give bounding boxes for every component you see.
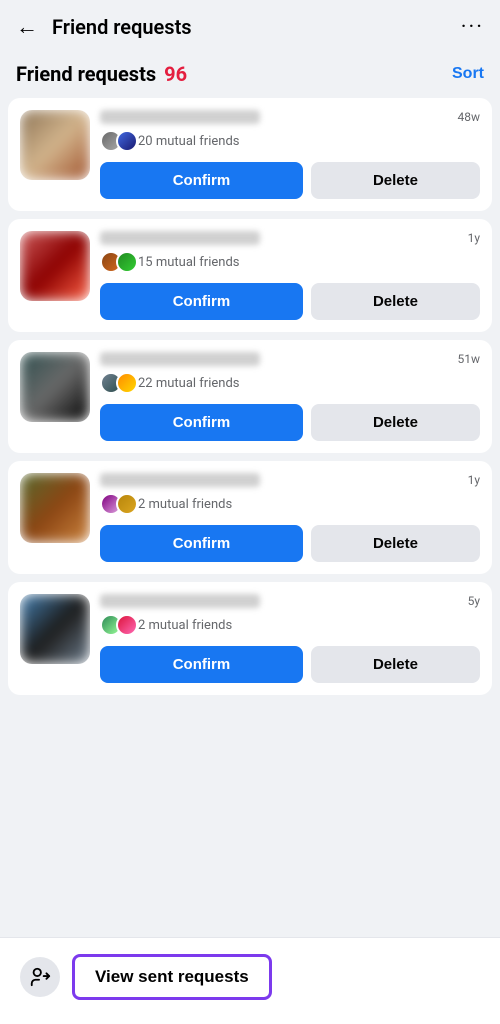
request-item: 2 mutual friends Confirm Delete 1y	[8, 461, 492, 574]
mutual-avatar	[116, 493, 138, 515]
action-buttons: Confirm Delete	[100, 525, 480, 562]
delete-button[interactable]: Delete	[311, 162, 480, 199]
more-button[interactable]: ···	[461, 15, 484, 40]
action-buttons: Confirm Delete	[100, 404, 480, 441]
header-left: ← Friend requests	[16, 14, 192, 40]
page-title: Friend requests	[16, 62, 156, 86]
timestamp: 48w	[457, 110, 480, 124]
view-sent-icon	[20, 957, 60, 997]
mutual-avatars	[100, 372, 132, 394]
bottom-bar: View sent requests	[0, 937, 500, 1024]
avatar	[20, 594, 90, 664]
mutual-avatar	[116, 614, 138, 636]
delete-button[interactable]: Delete	[311, 525, 480, 562]
avatar	[20, 110, 90, 180]
header: ← Friend requests ···	[0, 0, 500, 54]
mutual-friends: 22 mutual friends	[100, 372, 480, 394]
confirm-button[interactable]: Confirm	[100, 404, 303, 441]
action-buttons: Confirm Delete	[100, 646, 480, 683]
request-item: 22 mutual friends Confirm Delete 51w	[8, 340, 492, 453]
request-count-badge: 96	[164, 62, 187, 86]
mutual-friends: 2 mutual friends	[100, 493, 480, 515]
mutual-count: 20 mutual friends	[138, 134, 239, 149]
action-buttons: Confirm Delete	[100, 162, 480, 199]
request-info: 15 mutual friends Confirm Delete	[100, 231, 480, 320]
request-list: 20 mutual friends Confirm Delete 48w	[0, 98, 500, 695]
timestamp: 51w	[457, 352, 480, 366]
mutual-friends: 20 mutual friends	[100, 130, 480, 152]
mutual-count: 2 mutual friends	[138, 618, 232, 633]
sub-header: Friend requests 96 Sort	[0, 54, 500, 98]
avatar	[20, 352, 90, 422]
delete-button[interactable]: Delete	[311, 404, 480, 441]
mutual-avatars	[100, 130, 132, 152]
request-name-blurred	[100, 473, 260, 487]
avatar	[20, 231, 90, 301]
sub-header-left: Friend requests 96	[16, 62, 187, 86]
mutual-count: 2 mutual friends	[138, 497, 232, 512]
mutual-friends: 15 mutual friends	[100, 251, 480, 273]
confirm-button[interactable]: Confirm	[100, 525, 303, 562]
request-info: 20 mutual friends Confirm Delete	[100, 110, 480, 199]
mutual-avatars	[100, 251, 132, 273]
mutual-avatar	[116, 130, 138, 152]
request-item: 20 mutual friends Confirm Delete 48w	[8, 98, 492, 211]
confirm-button[interactable]: Confirm	[100, 646, 303, 683]
request-item: 15 mutual friends Confirm Delete 1y	[8, 219, 492, 332]
timestamp: 5y	[468, 594, 480, 608]
header-title: Friend requests	[52, 15, 192, 39]
view-sent-requests-button[interactable]: View sent requests	[72, 954, 272, 1000]
confirm-button[interactable]: Confirm	[100, 283, 303, 320]
mutual-count: 22 mutual friends	[138, 376, 239, 391]
request-name-blurred	[100, 110, 260, 124]
action-buttons: Confirm Delete	[100, 283, 480, 320]
request-item: 2 mutual friends Confirm Delete 5y	[8, 582, 492, 695]
confirm-button[interactable]: Confirm	[100, 162, 303, 199]
mutual-avatar	[116, 372, 138, 394]
request-info: 2 mutual friends Confirm Delete	[100, 473, 480, 562]
delete-button[interactable]: Delete	[311, 646, 480, 683]
timestamp: 1y	[468, 473, 480, 487]
request-name-blurred	[100, 594, 260, 608]
sort-button[interactable]: Sort	[452, 65, 484, 83]
delete-button[interactable]: Delete	[311, 283, 480, 320]
request-name-blurred	[100, 231, 260, 245]
back-button[interactable]: ←	[16, 14, 38, 40]
avatar	[20, 473, 90, 543]
timestamp: 1y	[468, 231, 480, 245]
mutual-friends: 2 mutual friends	[100, 614, 480, 636]
request-info: 22 mutual friends Confirm Delete	[100, 352, 480, 441]
mutual-avatars	[100, 614, 132, 636]
request-info: 2 mutual friends Confirm Delete	[100, 594, 480, 683]
mutual-count: 15 mutual friends	[138, 255, 239, 270]
mutual-avatar	[116, 251, 138, 273]
request-name-blurred	[100, 352, 260, 366]
mutual-avatars	[100, 493, 132, 515]
